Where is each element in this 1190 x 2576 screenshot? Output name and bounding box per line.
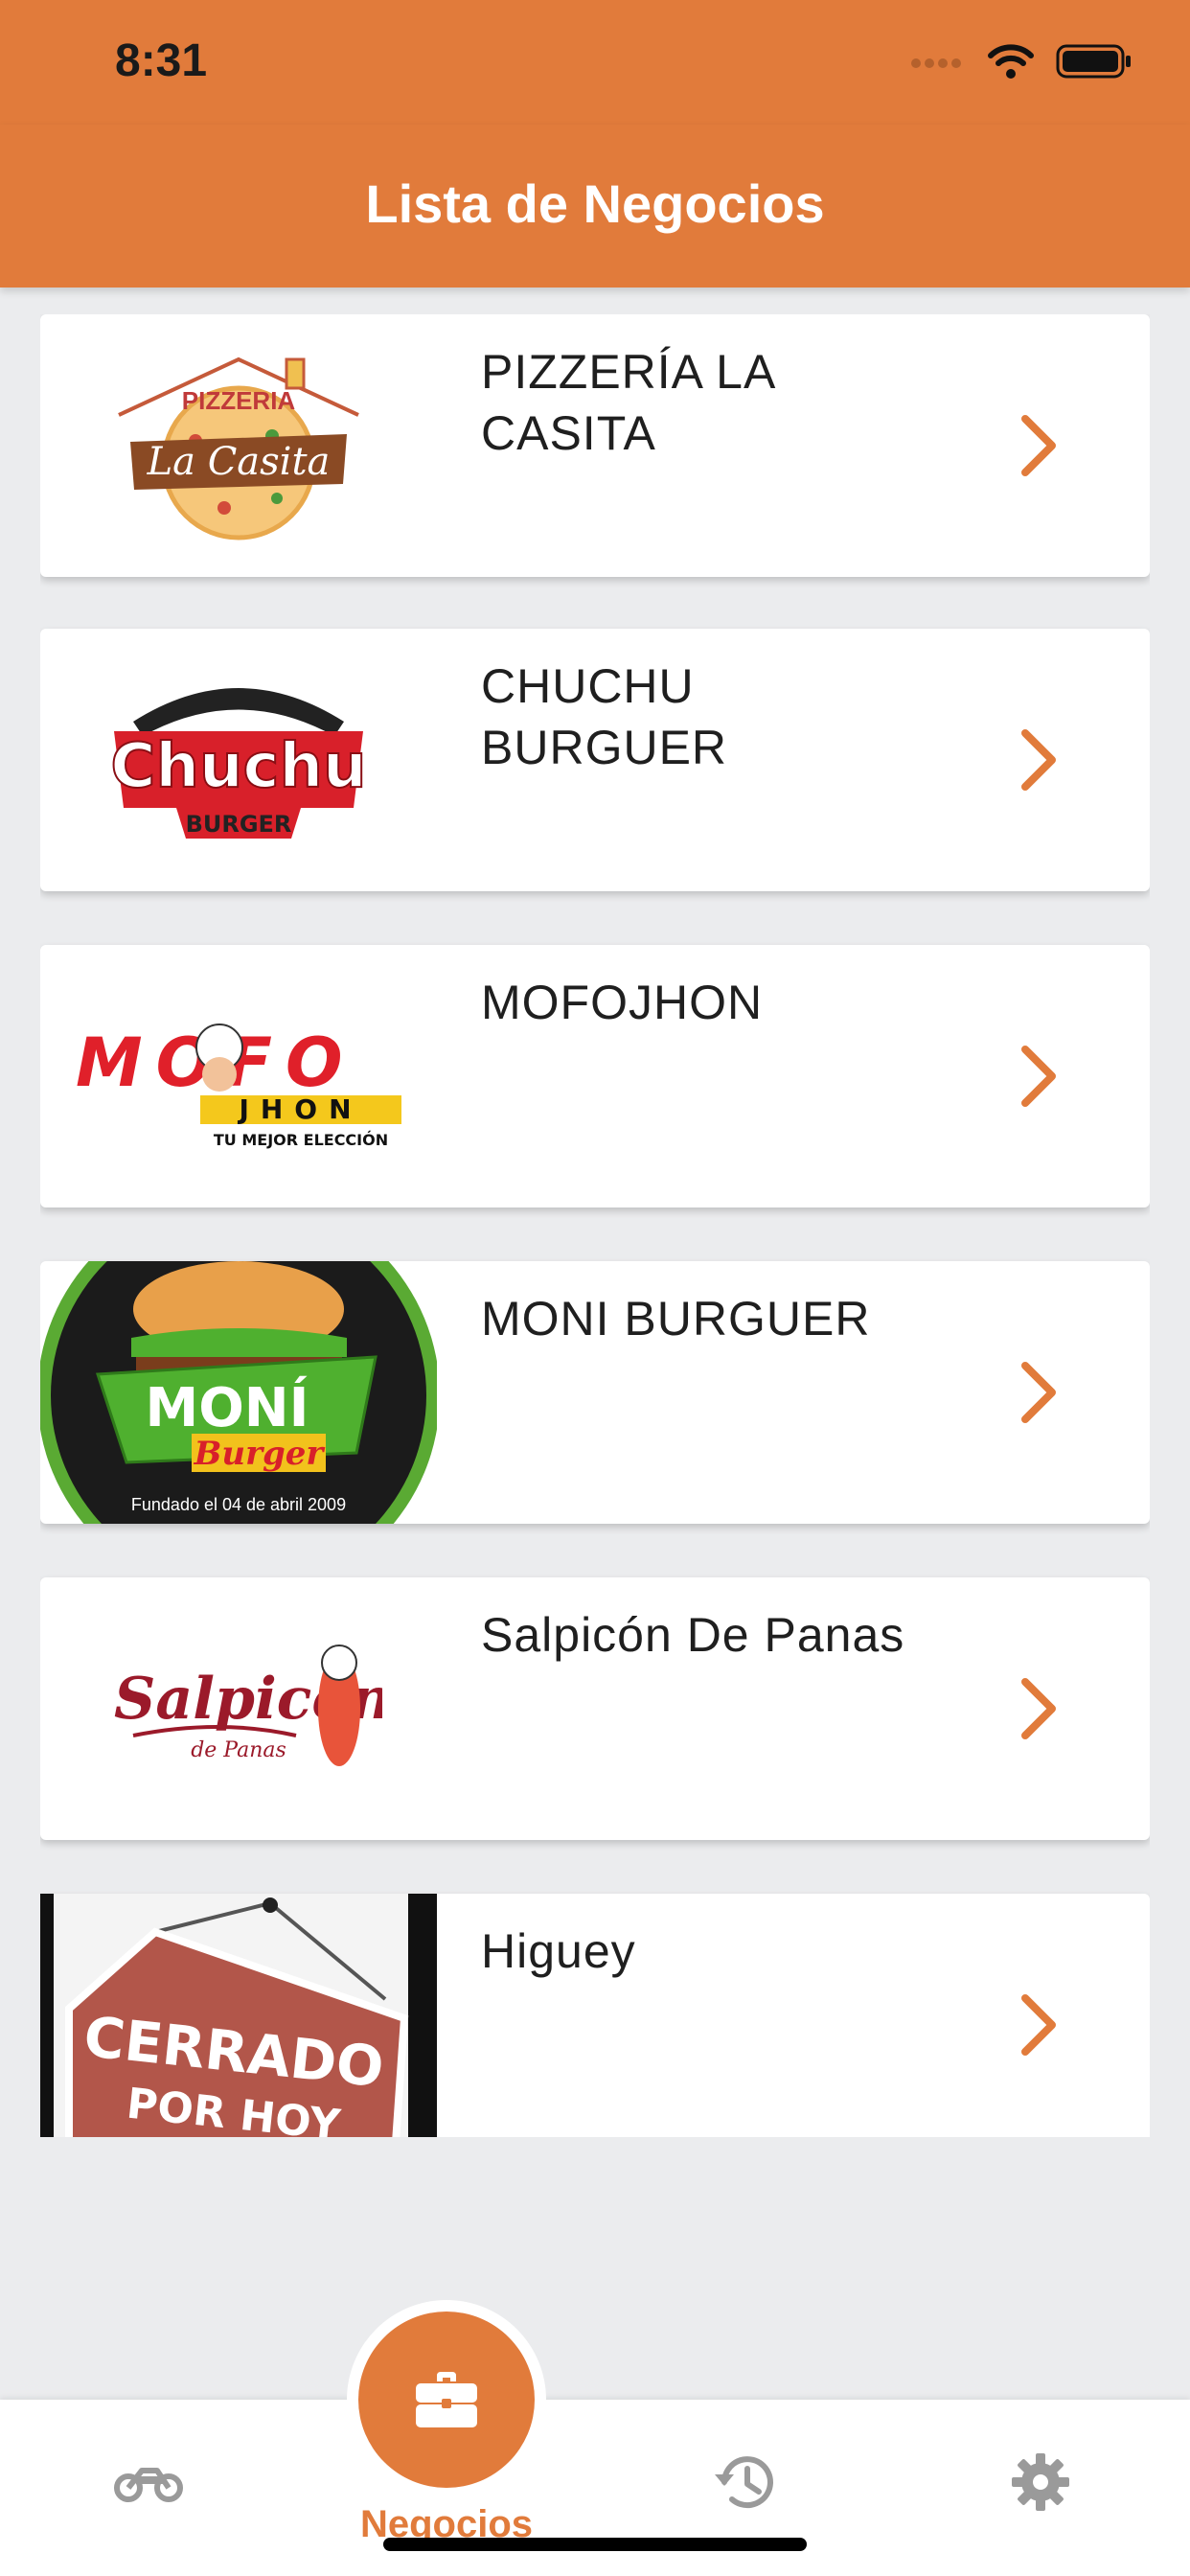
business-name: MOFOJHON xyxy=(481,976,764,1029)
status-icons xyxy=(908,42,1133,80)
business-logo-higuey: CERRADO POR HOY xyxy=(40,1894,437,2137)
business-logo-chuchu-burguer: Chuchu BURGER xyxy=(40,629,437,891)
svg-text:MONÍ: MONÍ xyxy=(145,1376,309,1439)
battery-icon xyxy=(1056,44,1131,79)
business-name: MONI BURGUER xyxy=(481,1292,871,1346)
business-name: CHUCHU BURGUER xyxy=(481,659,728,774)
business-name: Higuey xyxy=(481,1924,636,1978)
tab-negocios[interactable] xyxy=(358,2312,535,2488)
svg-text:Fundado el 04 de abril 2009: Fundado el 04 de abril 2009 xyxy=(131,1495,346,1514)
business-logo-pizzeria-la-casita: PIZZERIA La Casita xyxy=(40,314,437,577)
business-logo-salpicon-de-panas: Salpicón de Panas xyxy=(40,1577,437,1840)
chevron-right-icon[interactable] xyxy=(1019,1676,1058,1741)
gear-icon[interactable] xyxy=(1012,2453,1069,2511)
business-logo-moni-burguer: MONÍ Burger Fundado el 04 de abril 2009 xyxy=(40,1261,437,1524)
chevron-right-icon[interactable] xyxy=(1019,1044,1058,1109)
history-icon[interactable] xyxy=(711,2453,774,2511)
business-name: Salpicón De Panas xyxy=(481,1608,905,1662)
svg-text:de Panas: de Panas xyxy=(191,1738,286,1762)
business-card[interactable]: Salpicón de Panas Salpicón De Panas xyxy=(40,1577,1150,1840)
svg-text:Burger: Burger xyxy=(194,1435,326,1473)
wifi-icon xyxy=(988,44,1034,79)
svg-text:Chuchu: Chuchu xyxy=(110,731,366,802)
chevron-right-icon[interactable] xyxy=(1019,1992,1058,2058)
page-title: Lista de Negocios xyxy=(365,173,825,234)
business-card[interactable]: MONÍ Burger Fundado el 04 de abril 2009 … xyxy=(40,1261,1150,1524)
briefcase-icon xyxy=(416,2372,477,2427)
signal-icon xyxy=(911,58,961,68)
business-card[interactable]: MOFO JHON TU MEJOR ELECCIÓN MOFOJHON xyxy=(40,945,1150,1208)
business-name: PIZZERÍA LA CASITA xyxy=(481,345,774,460)
business-logo-mofojhon: MOFO JHON TU MEJOR ELECCIÓN xyxy=(40,945,437,1208)
chevron-right-icon[interactable] xyxy=(1019,413,1058,478)
business-card[interactable]: PIZZERIA La Casita PIZZERÍA LA CASITA xyxy=(40,314,1150,577)
svg-text:La Casita: La Casita xyxy=(147,440,331,484)
nav-header: Lista de Negocios xyxy=(0,125,1190,288)
chevron-right-icon[interactable] xyxy=(1019,727,1058,793)
svg-text:BURGER: BURGER xyxy=(186,811,292,838)
svg-text:TU MEJOR ELECCIÓN: TU MEJOR ELECCIÓN xyxy=(214,1131,388,1149)
business-card[interactable]: Chuchu BURGER CHUCHU BURGUER xyxy=(40,629,1150,891)
status-time: 8:31 xyxy=(115,35,208,86)
svg-text:PIZZERIA: PIZZERIA xyxy=(182,386,296,415)
status-bar: 8:31 xyxy=(0,0,1190,125)
business-card[interactable]: CERRADO POR HOY Higuey xyxy=(40,1894,1150,2137)
business-list[interactable]: PIZZERIA La Casita PIZZERÍA LA CASITA Ch… xyxy=(40,314,1150,2137)
home-indicator xyxy=(383,2538,807,2551)
chevron-right-icon[interactable] xyxy=(1019,1360,1058,1425)
svg-text:JHON: JHON xyxy=(237,1093,362,1125)
motorcycle-icon[interactable] xyxy=(113,2455,184,2503)
